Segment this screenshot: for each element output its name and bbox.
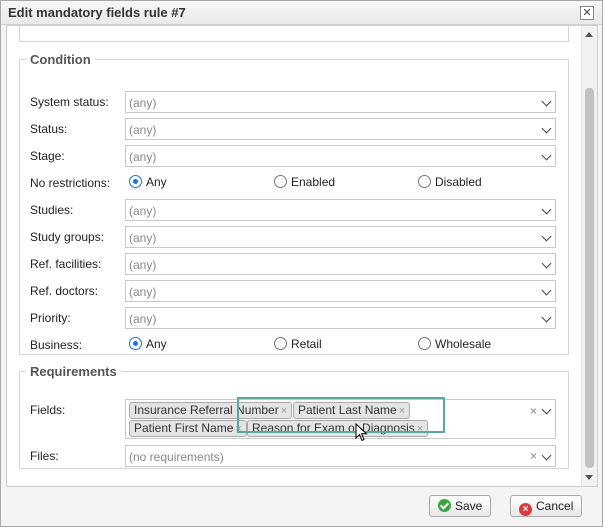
- chevron-down-icon[interactable]: [541, 96, 552, 107]
- ref-facilities-value: (any): [129, 258, 157, 272]
- chevron-down-icon[interactable]: [541, 404, 552, 415]
- stage-select[interactable]: (any): [125, 145, 556, 167]
- tag-label: Patient First Name: [134, 421, 234, 435]
- condition-fieldset: Condition System status: (any) Status: (…: [19, 52, 569, 355]
- chevron-down-icon[interactable]: [541, 285, 552, 296]
- stage-row: Stage: (any): [20, 145, 568, 167]
- business-any-option[interactable]: Any: [129, 337, 167, 351]
- radio-any-checked[interactable]: [129, 175, 142, 188]
- radio-business-any-label: Any: [146, 337, 167, 351]
- chevron-down-icon[interactable]: [541, 204, 552, 215]
- radio-disabled[interactable]: [418, 175, 431, 188]
- no-restrictions-any-option[interactable]: Any: [129, 175, 167, 189]
- business-label: Business:: [30, 338, 83, 352]
- scroll-up-icon[interactable]: [585, 32, 593, 37]
- business-retail-option[interactable]: Retail: [274, 337, 322, 351]
- ref-doctors-label: Ref. doctors:: [30, 284, 99, 298]
- radio-business-retail[interactable]: [274, 337, 287, 350]
- files-multiselect[interactable]: (no requirements) ×: [125, 445, 556, 467]
- study-groups-label: Study groups:: [30, 230, 105, 244]
- cancel-label: Cancel: [536, 499, 574, 513]
- radio-business-any-checked[interactable]: [129, 337, 142, 350]
- study-groups-row: Study groups: (any): [20, 226, 568, 248]
- no-restrictions-label: No restrictions:: [30, 176, 111, 190]
- files-label: Files:: [30, 449, 59, 463]
- tag-patient-first-name: Patient First Name ×: [129, 420, 247, 437]
- status-value: (any): [129, 123, 157, 137]
- requirements-legend: Requirements: [30, 364, 117, 379]
- no-restrictions-disabled-option[interactable]: Disabled: [418, 175, 482, 189]
- status-label: Status:: [30, 122, 68, 136]
- files-placeholder: (no requirements): [129, 450, 224, 464]
- radio-business-wholesale-label: Wholesale: [435, 337, 492, 351]
- chevron-down-icon[interactable]: [541, 150, 552, 161]
- business-wholesale-option[interactable]: Wholesale: [418, 337, 491, 351]
- no-restrictions-enabled-option[interactable]: Enabled: [274, 175, 335, 189]
- study-groups-select[interactable]: (any): [125, 226, 556, 248]
- chevron-down-icon[interactable]: [541, 123, 552, 134]
- chevron-down-icon[interactable]: [541, 312, 552, 323]
- previous-section: [19, 26, 569, 42]
- dialog-title: Edit mandatory fields rule #7: [8, 5, 186, 20]
- ref-facilities-label: Ref. facilities:: [30, 257, 102, 271]
- close-icon[interactable]: ✕: [580, 6, 594, 20]
- fields-label: Fields:: [30, 403, 66, 417]
- save-button[interactable]: Save: [429, 495, 492, 517]
- drag-highlight-box: [237, 397, 445, 433]
- save-label: Save: [455, 499, 483, 513]
- radio-enabled[interactable]: [274, 175, 287, 188]
- no-restrictions-row: No restrictions: Any Enabled Disabled: [20, 172, 568, 194]
- cancel-button[interactable]: × Cancel: [510, 495, 583, 517]
- ref-doctors-row: Ref. doctors: (any): [20, 280, 568, 302]
- dialog-titlebar[interactable]: Edit mandatory fields rule #7 ✕: [1, 1, 602, 25]
- business-row: Business: Any Retail Wholesale: [20, 334, 568, 356]
- vertical-scrollbar[interactable]: [581, 26, 597, 486]
- studies-row: Studies: (any): [20, 199, 568, 221]
- study-groups-value: (any): [129, 231, 157, 245]
- ref-doctors-value: (any): [129, 285, 157, 299]
- radio-any-label: Any: [146, 175, 167, 189]
- radio-business-wholesale[interactable]: [418, 337, 431, 350]
- stage-value: (any): [129, 150, 157, 164]
- stage-label: Stage:: [30, 149, 65, 163]
- priority-select[interactable]: (any): [125, 307, 556, 329]
- status-row: Status: (any): [20, 118, 568, 140]
- studies-label: Studies:: [30, 203, 74, 217]
- dialog-window: Edit mandatory fields rule #7 ✕ Conditio…: [0, 0, 603, 527]
- priority-label: Priority:: [30, 311, 71, 325]
- status-select[interactable]: (any): [125, 118, 556, 140]
- system-status-select[interactable]: (any): [125, 91, 556, 113]
- clear-icon[interactable]: ×: [530, 449, 537, 463]
- x-circle-icon: ×: [519, 503, 532, 516]
- radio-business-retail-label: Retail: [291, 337, 322, 351]
- scrollbar-thumb[interactable]: [585, 88, 594, 468]
- mouse-pointer-icon: [355, 423, 368, 442]
- ref-facilities-select[interactable]: (any): [125, 253, 556, 275]
- priority-row: Priority: (any): [20, 307, 568, 329]
- files-row: Files: (no requirements) ×: [20, 445, 568, 467]
- system-status-row: System status: (any): [20, 91, 568, 113]
- check-circle-icon: [438, 499, 451, 512]
- system-status-label: System status:: [30, 95, 109, 109]
- system-status-value: (any): [129, 96, 157, 110]
- studies-select[interactable]: (any): [125, 199, 556, 221]
- chevron-down-icon[interactable]: [541, 450, 552, 461]
- condition-legend: Condition: [30, 52, 91, 67]
- radio-enabled-label: Enabled: [291, 175, 336, 189]
- priority-value: (any): [129, 312, 157, 326]
- clear-icon[interactable]: ×: [530, 404, 537, 418]
- chevron-down-icon[interactable]: [541, 231, 552, 242]
- radio-disabled-label: Disabled: [435, 175, 482, 189]
- scroll-down-icon[interactable]: [585, 475, 593, 480]
- ref-doctors-select[interactable]: (any): [125, 280, 556, 302]
- studies-value: (any): [129, 204, 157, 218]
- ref-facilities-row: Ref. facilities: (any): [20, 253, 568, 275]
- chevron-down-icon[interactable]: [541, 258, 552, 269]
